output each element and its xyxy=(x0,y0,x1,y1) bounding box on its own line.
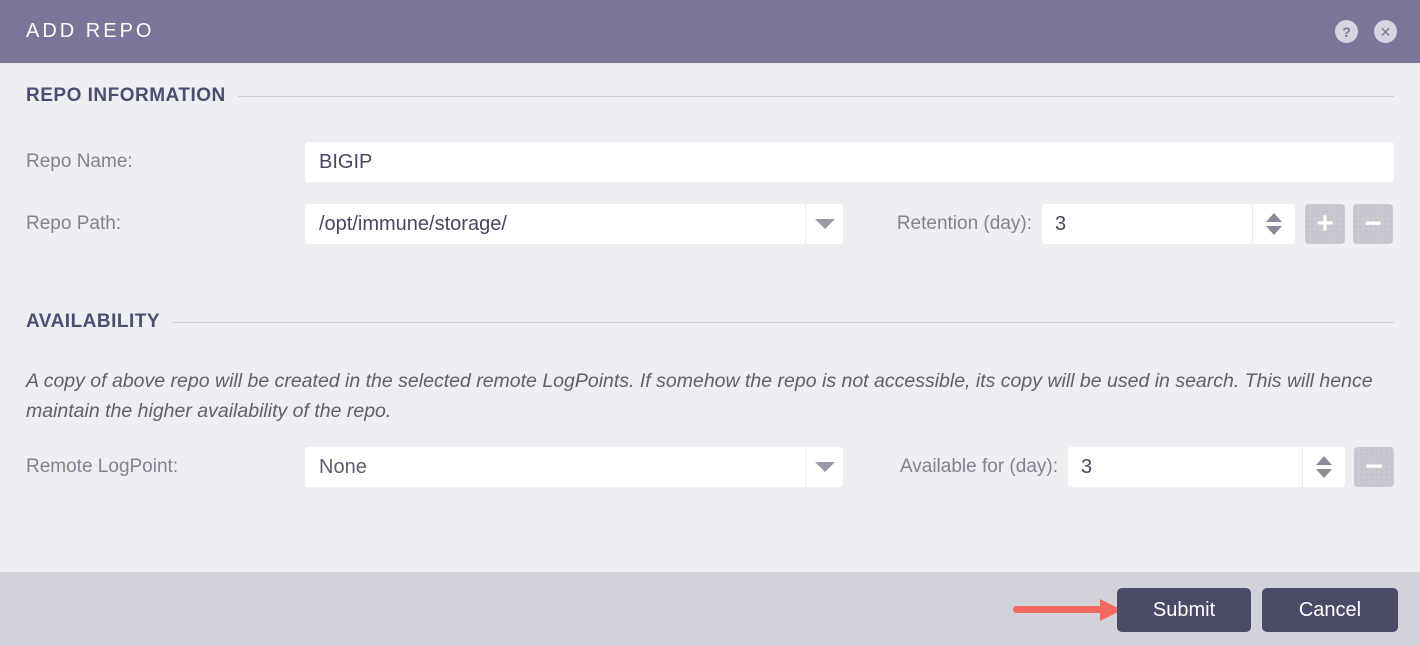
remove-available-button[interactable]: − xyxy=(1354,447,1394,487)
cancel-button[interactable]: Cancel xyxy=(1262,588,1398,632)
submit-button[interactable]: Submit xyxy=(1117,588,1251,632)
repo-path-label: Repo Path: xyxy=(26,213,122,234)
spinner-down-icon[interactable] xyxy=(1316,469,1332,478)
add-retention-button[interactable]: + xyxy=(1305,204,1345,244)
repo-name-input[interactable] xyxy=(305,142,1394,182)
arrow-shaft xyxy=(1013,606,1103,613)
repo-name-label: Repo Name: xyxy=(26,151,133,172)
spinner-down-icon[interactable] xyxy=(1266,226,1282,235)
available-for-spinner[interactable] xyxy=(1302,447,1345,487)
add-repo-dialog: ADD REPO ? ✕ REPO INFORMATION Repo Name:… xyxy=(0,0,1420,646)
remote-logpoint-label: Remote LogPoint: xyxy=(26,456,179,477)
available-for-input[interactable]: 3 xyxy=(1068,447,1345,487)
heading-divider xyxy=(172,321,1394,323)
dialog-title: ADD REPO xyxy=(26,20,155,42)
available-for-value: 3 xyxy=(1081,456,1093,478)
close-icon[interactable]: ✕ xyxy=(1374,20,1397,43)
remote-logpoint-selected-value: None xyxy=(319,456,367,478)
spinner-up-icon[interactable] xyxy=(1316,456,1332,465)
help-icon[interactable]: ? xyxy=(1335,20,1358,43)
availability-heading-text: AVAILABILITY xyxy=(26,311,161,332)
availability-note: A copy of above repo will be created in … xyxy=(26,370,1373,422)
spinner-up-icon[interactable] xyxy=(1266,213,1282,222)
repo-path-selected-value: /opt/immune/storage/ xyxy=(319,213,507,235)
repo-information-heading-text: REPO INFORMATION xyxy=(26,85,226,106)
retention-input[interactable]: 3 xyxy=(1042,204,1295,244)
retention-spinner[interactable] xyxy=(1252,204,1295,244)
heading-divider xyxy=(237,95,1394,97)
dialog-titlebar: ADD REPO ? ✕ xyxy=(0,0,1420,63)
remove-retention-button[interactable]: − xyxy=(1353,204,1393,244)
availability-heading: AVAILABILITY xyxy=(26,310,1394,334)
annotation-arrow-icon xyxy=(1013,572,1123,646)
dialog-body: REPO INFORMATION Repo Name: Repo Path: /… xyxy=(0,63,1420,572)
retention-value: 3 xyxy=(1055,213,1067,235)
titlebar-icons: ? ✕ xyxy=(1335,20,1397,43)
retention-label: Retention (day): xyxy=(896,213,1032,234)
repo-information-heading: REPO INFORMATION xyxy=(26,84,1394,108)
available-for-label: Available for (day): xyxy=(899,456,1058,477)
dialog-footer: Submit Cancel xyxy=(0,572,1420,646)
